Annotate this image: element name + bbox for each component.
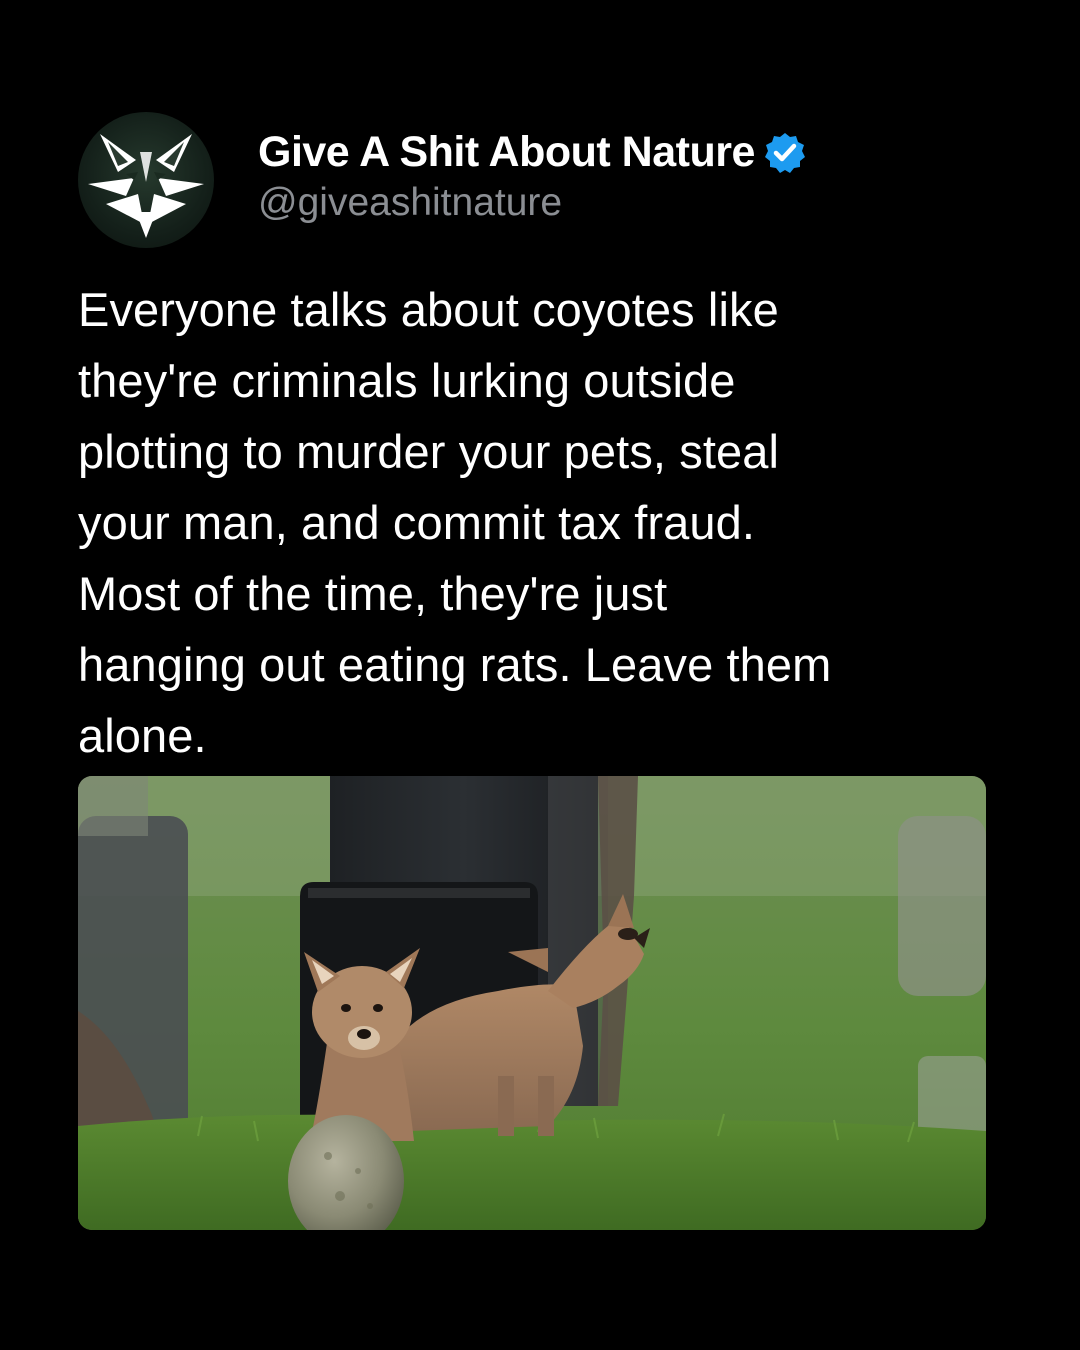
wolf-logo-icon [88, 134, 204, 238]
account-handle[interactable]: @giveashitnature [258, 181, 807, 225]
tweet-header: Give A Shit About Nature @giveashitnatur… [78, 110, 988, 250]
tweet-card: Give A Shit About Nature @giveashitnatur… [78, 110, 988, 771]
display-name[interactable]: Give A Shit About Nature [258, 128, 755, 176]
verified-badge-icon [763, 131, 807, 175]
account-identity: Give A Shit About Nature @giveashitnatur… [258, 128, 807, 225]
tweet-text: Everyone talks about coyotes like they'r… [78, 283, 832, 762]
name-row: Give A Shit About Nature [258, 128, 807, 176]
tweet-media-image[interactable] [78, 776, 986, 1230]
avatar[interactable] [78, 112, 214, 248]
